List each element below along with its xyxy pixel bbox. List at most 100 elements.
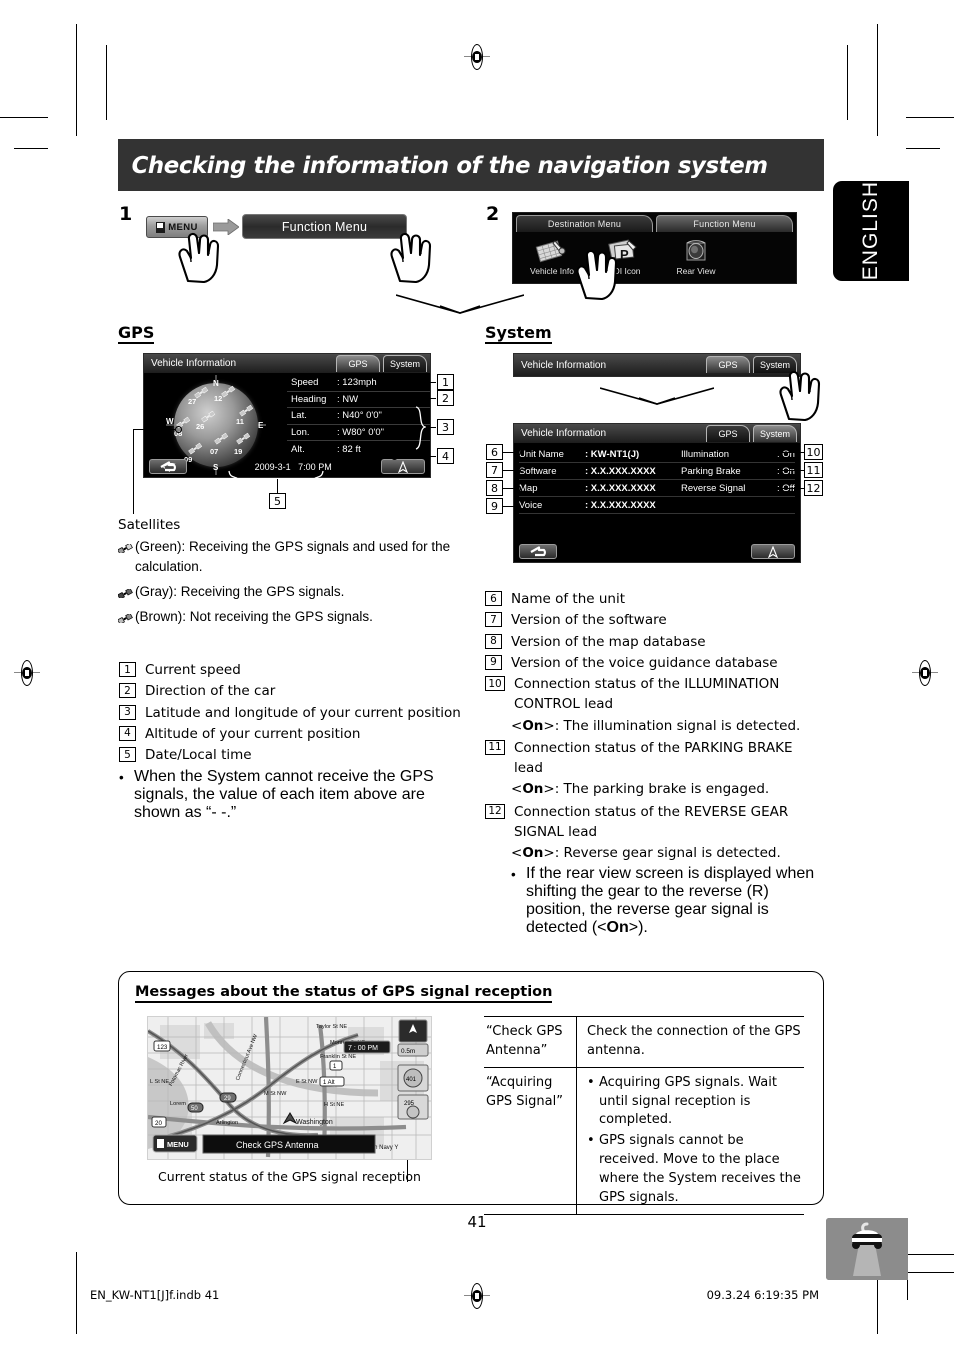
message-description: Check the connection of the GPS antenna.: [576, 1017, 804, 1067]
crop-mark-tr-v: [877, 24, 878, 136]
sub-prefix: <: [511, 717, 523, 734]
list-item: 2 Direction of the car: [119, 681, 479, 701]
satellite-icon-green: [117, 537, 135, 558]
system-value: : X.X.XXX.XXXX: [585, 499, 656, 511]
satellite-number: 26: [196, 422, 205, 431]
callout-12: 12: [804, 480, 823, 496]
system-value-2: : On: [777, 465, 795, 477]
gps-row-key: Speed: [291, 377, 319, 389]
crop-mark-tr-v2: [847, 45, 848, 120]
tab-system[interactable]: System: [383, 355, 427, 372]
callout-6: 6: [486, 444, 503, 460]
menu-item-vehicle-info[interactable]: Vehicle Info: [521, 236, 583, 276]
tab-gps-top[interactable]: GPS: [706, 356, 750, 373]
function-menu-icon-row: Vehicle Info P POI Icon Rear View: [513, 232, 796, 276]
list-item-number: 9: [485, 654, 502, 670]
list-item-number: 4: [119, 725, 136, 741]
rear-view-icon: [665, 236, 727, 265]
tab-function-menu[interactable]: Function Menu: [656, 215, 793, 232]
svg-text:Franklin St NE: Franklin St NE: [320, 1054, 356, 1060]
list-item-label: Altitude of your current position: [145, 725, 361, 742]
crop-mark-tl-v: [76, 24, 77, 136]
gps-section-heading: GPS: [118, 323, 155, 344]
list-item-label: Connection status of the ILLUMINATION CO…: [514, 676, 780, 713]
final-note-part1: If the rear view screen is displayed whe…: [526, 865, 815, 937]
list-item-number: 2: [119, 683, 136, 699]
table-row: Lat. : N40° 0'0": [287, 408, 430, 425]
list-item-number: 3: [119, 704, 136, 720]
back-button[interactable]: [149, 459, 187, 474]
map-screenshot: Taylor St NE Monroe St NE Franklin St NE…: [147, 1016, 432, 1160]
navigation-button[interactable]: [751, 544, 795, 559]
system-numbered-list: 6 Name of the unit 7 Version of the soft…: [485, 589, 833, 937]
system-screen: Vehicle Information GPS System Unit Name…: [513, 423, 801, 563]
registration-mark-right: [912, 660, 938, 686]
crop-mark-tl-h2: [14, 148, 48, 149]
satellite-leader-v: [133, 429, 134, 514]
list-item-sub: <On>: The illumination signal is detecte…: [485, 716, 833, 736]
callout-2: 2: [437, 390, 454, 406]
tab-system-system-screen[interactable]: System: [753, 425, 797, 442]
car-rear-view-icon: [826, 1218, 908, 1280]
table-row: “Acquiring GPS Signal” • Acquiring GPS s…: [484, 1066, 804, 1215]
crop-mark-tr-h: [906, 117, 954, 118]
satellite-number: 27: [188, 397, 197, 406]
callout-9: 9: [486, 498, 503, 514]
menu-item-rear-view[interactable]: Rear View: [665, 236, 727, 276]
back-arrow-icon: [530, 546, 546, 557]
page-title-banner: Checking the information of the navigati…: [118, 139, 824, 191]
menu-item-rear-view-label: Rear View: [676, 266, 716, 276]
crop-mark-tl-v2: [106, 45, 107, 120]
satellite-number: 11: [236, 417, 244, 426]
back-button[interactable]: [519, 544, 557, 559]
message-label: “Acquiring GPS Signal”: [486, 1074, 563, 1109]
satellite-legend-list: (Green): Receiving the GPS signals and u…: [117, 536, 468, 628]
tab-system-system-screen-label: System: [759, 429, 790, 439]
svg-text:L St NE: L St NE: [150, 1079, 169, 1085]
list-item: 3 Latitude and longitude of your current…: [119, 703, 479, 723]
list-item-label: Direction of the car: [145, 683, 276, 700]
svg-text:Taylor St NE: Taylor St NE: [316, 1024, 347, 1030]
tab-gps-system-screen[interactable]: GPS: [706, 425, 750, 442]
list-item-number: 7: [485, 612, 502, 628]
registration-mark-top: [464, 44, 490, 70]
step-2-number: 2: [486, 203, 500, 225]
svg-text:0.5m: 0.5m: [401, 1048, 415, 1055]
map-menu-label: MENU: [167, 1140, 189, 1149]
svg-text:29: 29: [224, 1096, 231, 1102]
svg-text:M St NW: M St NW: [264, 1091, 287, 1097]
page-number: 41: [467, 1213, 487, 1231]
tab-destination-menu[interactable]: Destination Menu: [516, 215, 653, 232]
callout-1: 1: [437, 374, 454, 390]
satellite-legend-text: (Brown): Not receiving the GPS signals.: [135, 608, 373, 624]
function-menu-button[interactable]: Function Menu: [242, 214, 407, 239]
tab-gps-label: GPS: [348, 359, 368, 369]
gps-screen-titlebar: Vehicle Information GPS System: [144, 354, 430, 373]
hand-pointer-icon-3: [576, 248, 624, 300]
callout-10: 10: [804, 444, 823, 460]
svg-text:123: 123: [157, 1044, 168, 1051]
navigation-arrow-icon: [398, 460, 408, 473]
language-tab: ENGLISH: [833, 181, 909, 281]
callout-leader-2: [387, 398, 436, 399]
callout-anchor-6: [514, 449, 521, 456]
navigation-button[interactable]: [381, 459, 425, 474]
flow-chevron-system: [600, 387, 714, 407]
list-item-label: Date/Local time: [145, 747, 252, 763]
gps-screen: Vehicle Information GPS System N S E W 2…: [143, 353, 431, 478]
vehicle-info-icon: [521, 236, 583, 265]
callout-leader-1: [403, 382, 436, 383]
list-item-note: • If the rear view screen is displayed w…: [485, 865, 833, 937]
list-item-label: Connection status of the PARKING BRAKE l…: [514, 739, 793, 776]
crop-mark-tr-h2: [906, 148, 940, 149]
list-item: (Green): Receiving the GPS signals and u…: [117, 537, 468, 578]
callout-leader-5: [277, 479, 278, 493]
tab-gps[interactable]: GPS: [336, 355, 380, 372]
system-value: : X.X.XXX.XXXX: [585, 465, 656, 477]
svg-text:401: 401: [406, 1077, 417, 1083]
callout-leader-4: [398, 456, 436, 457]
system-tab-screen-titlebar: Vehicle Information GPS System: [514, 354, 800, 376]
bullet-glyph: •: [587, 1133, 595, 1149]
bullet-glyph: •: [511, 867, 516, 883]
language-tab-label: ENGLISH: [859, 181, 882, 281]
